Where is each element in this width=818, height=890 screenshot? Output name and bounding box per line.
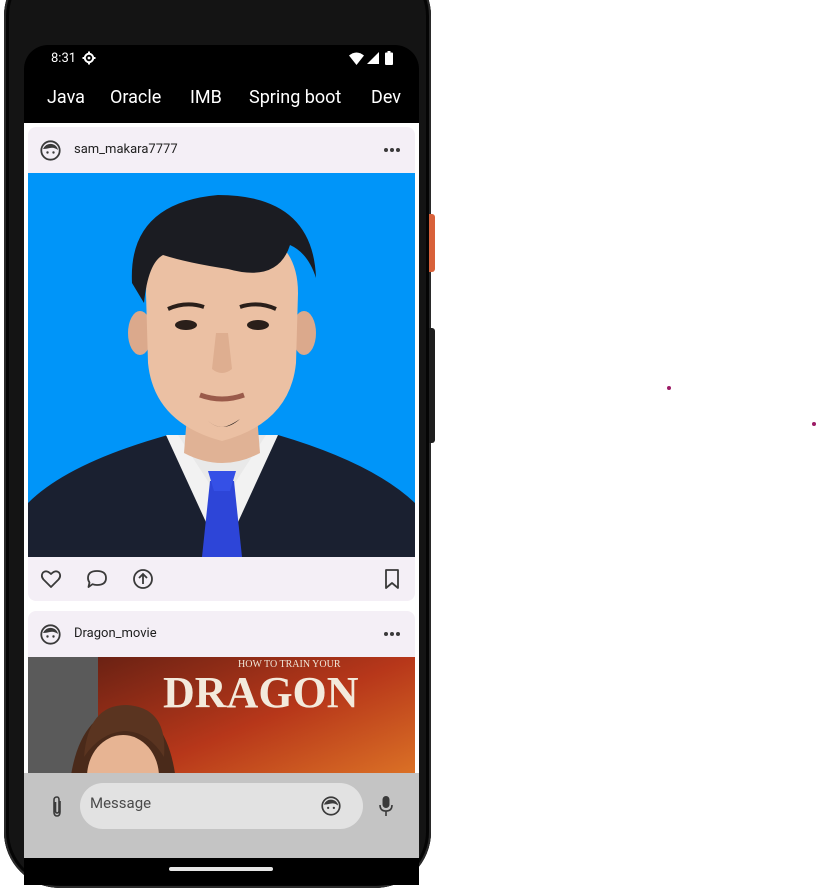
- decorative-dot: [667, 386, 671, 390]
- decorative-dot: [812, 422, 816, 426]
- poster-title: DRAGON: [163, 668, 359, 717]
- settings-gear-icon: [82, 51, 96, 65]
- post-actions: [28, 557, 415, 601]
- tab-dev[interactable]: Dev: [371, 87, 401, 108]
- message-input[interactable]: Message: [80, 783, 363, 829]
- post-header: Dragon_movie: [28, 611, 415, 657]
- avatar-face-icon[interactable]: [40, 624, 61, 645]
- avatar-face-icon[interactable]: [40, 140, 61, 161]
- home-gesture-handle[interactable]: [169, 867, 273, 871]
- post-username[interactable]: Dragon_movie: [74, 626, 157, 641]
- attachment-paperclip-icon[interactable]: [47, 795, 67, 819]
- status-time: 8:31: [51, 51, 77, 66]
- emoji-face-icon[interactable]: [321, 796, 341, 816]
- power-button: [429, 214, 435, 272]
- tab-oracle[interactable]: Oracle: [110, 87, 161, 108]
- status-bar: 8:31: [24, 45, 419, 73]
- tab-java[interactable]: Java: [47, 87, 85, 108]
- system-navigation-bar: [24, 858, 419, 885]
- message-placeholder: Message: [90, 794, 152, 812]
- post-card: sam_makara7777: [28, 127, 415, 601]
- bookmark-icon[interactable]: [381, 568, 403, 590]
- wifi-icon: [349, 52, 364, 65]
- tab-imb[interactable]: IMB: [190, 87, 222, 108]
- comment-bubble-icon[interactable]: [86, 568, 108, 590]
- microphone-icon[interactable]: [379, 795, 393, 817]
- more-options-icon[interactable]: [383, 147, 401, 153]
- post-header: sam_makara7777: [28, 127, 415, 173]
- cell-signal-icon: [367, 52, 379, 64]
- volume-button: [429, 328, 435, 443]
- share-upload-icon[interactable]: [132, 568, 154, 590]
- message-compose-bar: Message: [24, 773, 419, 858]
- tab-spring-boot[interactable]: Spring boot: [249, 87, 341, 108]
- phone-screen: 8:31 Java Oracle IMB Spring boot Dev sam…: [24, 45, 419, 885]
- category-tabs: Java Oracle IMB Spring boot Dev: [24, 73, 419, 123]
- battery-icon: [385, 51, 393, 65]
- post-feed[interactable]: sam_makara7777 Dragon_movie HOW TO TRAIN…: [24, 123, 419, 773]
- like-heart-icon[interactable]: [40, 568, 62, 590]
- post-card: Dragon_movie HOW TO TRAIN YOUR DRAGON: [28, 611, 415, 773]
- post-photo[interactable]: HOW TO TRAIN YOUR DRAGON: [28, 657, 415, 773]
- post-username[interactable]: sam_makara7777: [74, 142, 178, 157]
- post-photo[interactable]: [28, 173, 415, 557]
- more-options-icon[interactable]: [383, 631, 401, 637]
